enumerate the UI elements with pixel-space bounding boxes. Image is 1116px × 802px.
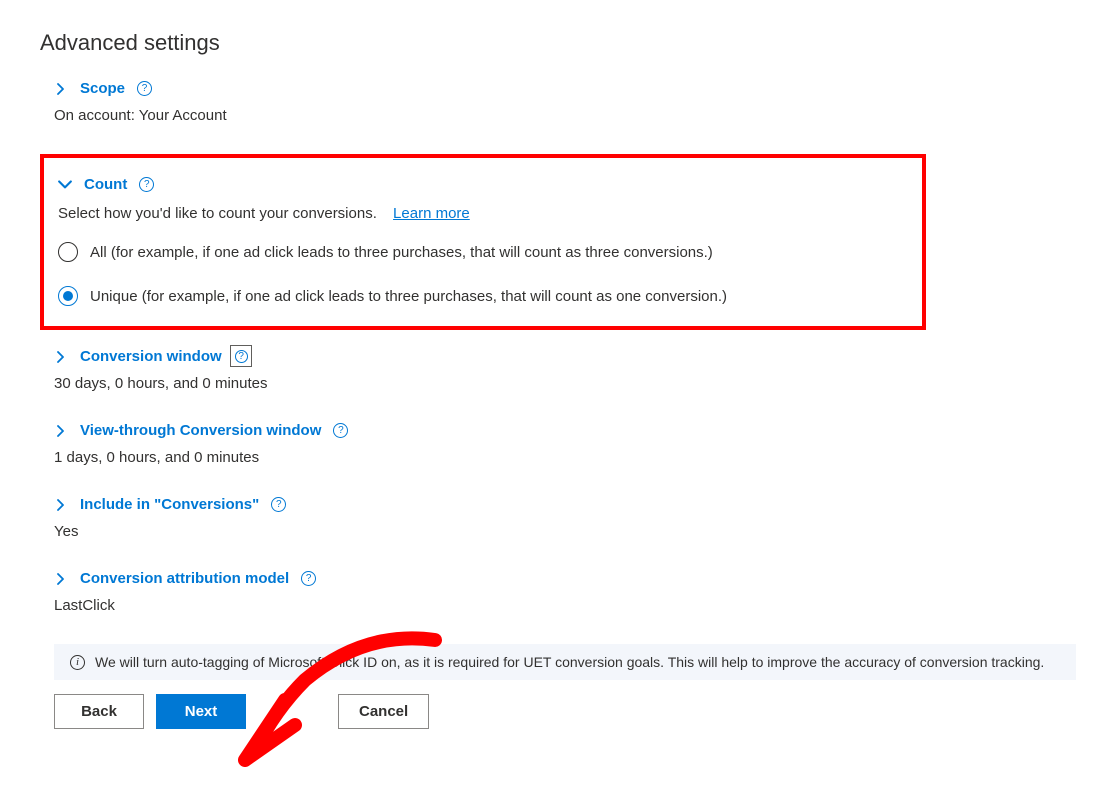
view-through-label: View-through Conversion window [80,422,321,439]
include-conversions-label: Include in "Conversions" [80,496,259,513]
count-header[interactable]: Count ? [58,176,908,193]
help-icon[interactable]: ? [137,81,152,96]
view-through-header[interactable]: View-through Conversion window ? [54,422,1076,439]
section-count: Count ? Select how you'd like to count y… [40,154,926,330]
back-button[interactable]: Back [54,694,144,729]
info-banner: i We will turn auto-tagging of Microsoft… [54,644,1076,680]
attribution-model-header[interactable]: Conversion attribution model ? [54,570,1076,587]
radio-label-all: All (for example, if one ad click leads … [90,244,713,261]
attribution-model-value: LastClick [54,597,1076,614]
learn-more-link[interactable]: Learn more [393,205,470,222]
scope-label: Scope [80,80,125,97]
radio-icon-selected [58,286,78,306]
scope-value: On account: Your Account [54,107,1076,124]
page-title: Advanced settings [40,30,1076,56]
section-attribution-model: Conversion attribution model ? LastClick [40,570,1076,614]
help-icon[interactable]: ? [139,177,154,192]
count-description: Select how you'd like to count your conv… [58,205,908,222]
radio-label-unique: Unique (for example, if one ad click lea… [90,288,727,305]
attribution-model-label: Conversion attribution model [80,570,289,587]
view-through-value: 1 days, 0 hours, and 0 minutes [54,449,1076,466]
include-conversions-header[interactable]: Include in "Conversions" ? [54,496,1076,513]
help-icon[interactable]: ? [271,497,286,512]
section-include-conversions: Include in "Conversions" ? Yes [40,496,1076,540]
help-icon[interactable] [234,349,249,364]
include-conversions-value: Yes [54,523,1076,540]
info-icon: i [70,655,85,670]
next-button[interactable]: Next [156,694,246,729]
chevron-right-icon [54,498,68,512]
chevron-right-icon [54,82,68,96]
section-view-through: View-through Conversion window ? 1 days,… [40,422,1076,466]
help-icon[interactable]: ? [301,571,316,586]
radio-option-unique[interactable]: Unique (for example, if one ad click lea… [58,286,908,306]
help-icon[interactable]: ? [333,423,348,438]
section-conversion-window: Conversion window 30 days, 0 hours, and … [40,348,1076,392]
cancel-button[interactable]: Cancel [338,694,429,729]
chevron-right-icon [54,350,68,364]
conversion-window-header[interactable]: Conversion window [54,348,1076,365]
count-label: Count [84,176,127,193]
chevron-right-icon [54,424,68,438]
conversion-window-value: 30 days, 0 hours, and 0 minutes [54,375,1076,392]
chevron-right-icon [54,572,68,586]
radio-icon [58,242,78,262]
info-banner-text: We will turn auto-tagging of Microsoft C… [95,654,1044,670]
scope-header[interactable]: Scope ? [54,80,1076,97]
chevron-down-icon [58,178,72,192]
count-radio-group: All (for example, if one ad click leads … [58,242,908,306]
conversion-window-label: Conversion window [80,348,222,365]
section-scope: Scope ? On account: Your Account [40,80,1076,124]
radio-option-all[interactable]: All (for example, if one ad click leads … [58,242,908,262]
button-row: Back Next Cancel [40,694,1076,729]
